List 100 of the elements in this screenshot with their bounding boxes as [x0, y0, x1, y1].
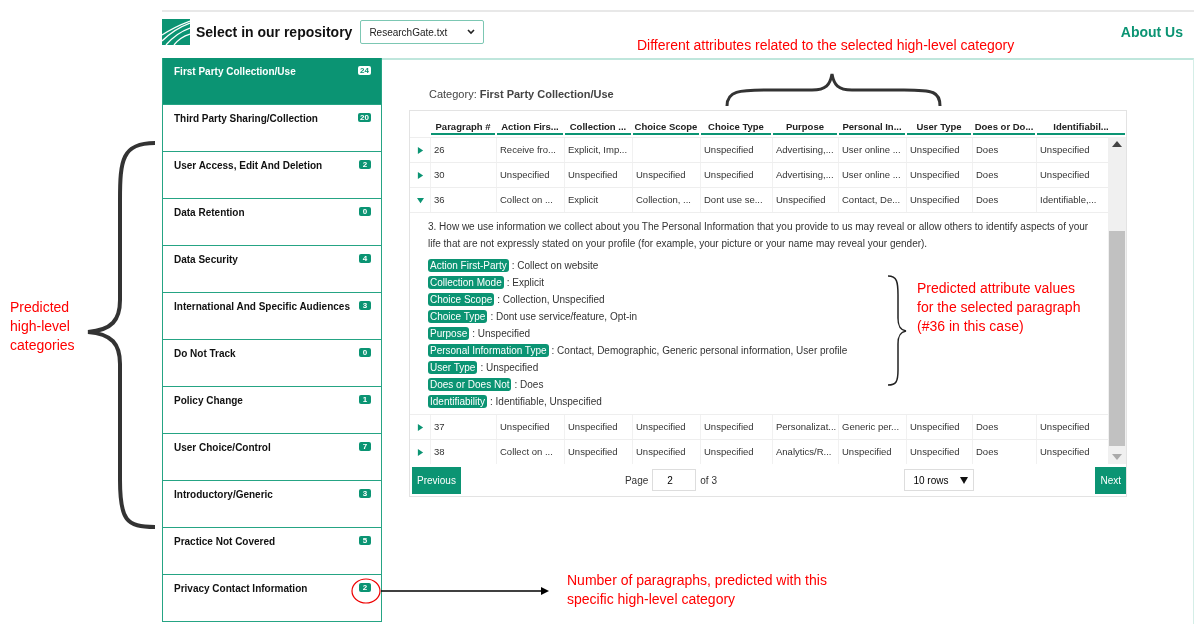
count-badge: 3 — [359, 301, 371, 310]
table-cell: 36 — [430, 188, 496, 212]
table-cell: Does — [972, 440, 1036, 464]
table-cell: Unspecified — [906, 440, 972, 464]
caret-right-icon[interactable] — [416, 423, 424, 431]
caret-down-icon[interactable] — [416, 196, 424, 204]
attribute-tag: Does or Does Not — [428, 378, 512, 391]
column-header[interactable]: Collection ... — [565, 121, 631, 135]
table-cell: Unspecified — [632, 163, 700, 187]
column-header[interactable]: Choice Scope — [633, 121, 699, 135]
table-cell: Unspecified — [906, 188, 972, 212]
caret-right-icon[interactable] — [416, 171, 424, 179]
table-cell: Unspecified — [632, 440, 700, 464]
attribute-value: : Does — [514, 379, 544, 390]
column-header[interactable]: Purpose — [773, 121, 837, 135]
table-cell: 26 — [430, 138, 496, 162]
page-title: Select in our repository — [196, 24, 353, 40]
category-item[interactable]: Data Security 4 — [162, 246, 382, 293]
attribute-value: : Identifiable, Unspecified — [490, 396, 602, 407]
attribute-tag: Identifiability — [428, 395, 488, 408]
table-cell: Analytics/R... — [772, 440, 838, 464]
attribute-tag: Choice Scope — [428, 293, 495, 306]
table-cell: Unspecified — [632, 415, 700, 439]
category-item[interactable]: International And Specific Audiences 3 — [162, 293, 382, 340]
table-cell: 30 — [430, 163, 496, 187]
caret-right-icon[interactable] — [416, 146, 424, 154]
table-cell: 38 — [430, 440, 496, 464]
table-cell: Unspecified — [906, 163, 972, 187]
previous-button[interactable]: Previous — [412, 466, 461, 494]
category-item[interactable]: Third Party Sharing/Collection 20 — [162, 105, 382, 152]
table-cell: Unspecified — [700, 163, 772, 187]
table-cell: Contact, De... — [838, 188, 906, 212]
logo-icon — [162, 19, 190, 45]
column-header[interactable]: Action Firs... — [497, 121, 563, 135]
table-cell: Unspecified — [564, 163, 632, 187]
column-header[interactable]: User Type — [907, 121, 971, 135]
column-header[interactable]: Choice Type — [701, 121, 771, 135]
repository-select[interactable]: ResearchGate.txt — [360, 20, 485, 44]
annotation-text: Predicted high-level categories — [10, 299, 75, 353]
annotation-text: Number of paragraphs, predicted with this specific high-level category — [567, 572, 827, 607]
attribute-tag: Action First-Party — [428, 259, 509, 272]
category-item[interactable]: Data Retention 0 — [162, 199, 382, 246]
count-badge: 2 — [359, 583, 371, 592]
table-cell: Does — [972, 188, 1036, 212]
table-cell: Collect on ... — [496, 440, 564, 464]
column-header[interactable]: Paragraph # — [431, 121, 495, 135]
table-cell: Explicit — [564, 188, 632, 212]
annotation-text: Predicted attribute values for the selected paragraph (#36 in this case) — [917, 280, 1081, 334]
caret-right-icon[interactable] — [416, 448, 424, 456]
table-cell: Does — [972, 163, 1036, 187]
attribute-value: : Dont use service/feature, Opt-in — [490, 311, 638, 322]
attribute-tag: Choice Type — [428, 310, 488, 323]
page-field[interactable]: 2 — [652, 469, 697, 491]
category-item[interactable]: Practice Not Covered 5 — [162, 528, 382, 575]
count-badge: 1 — [359, 395, 371, 404]
table-cell: Collection, ... — [632, 188, 700, 212]
table-cell: Unspecified — [838, 440, 906, 464]
table-cell: Unspecified — [564, 415, 632, 439]
next-button[interactable]: Next — [1095, 466, 1126, 494]
count-badge: 7 — [359, 442, 371, 451]
about-link[interactable]: About Us — [1120, 24, 1183, 40]
annotation-text: Different attributes related to the selected high-level category — [637, 37, 1015, 53]
table-cell: Does — [972, 138, 1036, 162]
column-header[interactable]: Does or Do... — [973, 121, 1035, 135]
table-cell: Personalizat... — [772, 415, 838, 439]
table-cell: Unspecified — [906, 138, 972, 162]
table-cell: User online ... — [838, 138, 906, 162]
table-cell: Explicit, Imp... — [564, 138, 632, 162]
column-header[interactable]: Personal In... — [839, 121, 905, 135]
category-item[interactable]: Do Not Track 0 — [162, 340, 382, 387]
table-cell: Does — [972, 415, 1036, 439]
table-cell: Generic per... — [838, 415, 906, 439]
table-cell: Unspecified — [496, 415, 564, 439]
attribute-value: : Contact, Demographic, Generic personal information, User profile — [551, 345, 848, 356]
count-badge: 0 — [359, 348, 371, 357]
attribute-value: : Explicit — [506, 277, 544, 288]
attribute-tag: User Type — [428, 361, 478, 374]
category-item[interactable]: Privacy Contact Information 2 — [162, 575, 382, 622]
page-label: Page — [624, 474, 649, 486]
category-item[interactable]: Policy Change 1 — [162, 387, 382, 434]
rows-select[interactable]: 10 rows — [904, 469, 975, 491]
scrollbar[interactable] — [1108, 137, 1126, 464]
category-item[interactable]: User Access, Edit And Deletion 2 — [162, 152, 382, 199]
chevron-down-icon — [467, 29, 476, 35]
table-cell: User online ... — [838, 163, 906, 187]
table-cell: Unspecified — [700, 138, 772, 162]
table-cell: Collect on ... — [496, 188, 564, 212]
count-badge: 3 — [359, 489, 371, 498]
category-item[interactable]: First Party Collection/Use 24 — [162, 58, 382, 105]
count-badge: 5 — [359, 536, 371, 545]
table-cell: Dont use se... — [700, 188, 772, 212]
page-count: of 3 — [700, 474, 717, 486]
category-item[interactable]: User Choice/Control 7 — [162, 434, 382, 481]
table-cell: Unspecified — [496, 163, 564, 187]
attribute-tag: Purpose — [428, 327, 470, 340]
attribute-value: : Unspecified — [472, 328, 531, 339]
scroll-up-icon — [1112, 141, 1122, 147]
table-cell: Advertising,... — [772, 138, 838, 162]
category-item[interactable]: Introductory/Generic 3 — [162, 481, 382, 528]
column-header[interactable]: Identifiabil... — [1037, 121, 1125, 135]
